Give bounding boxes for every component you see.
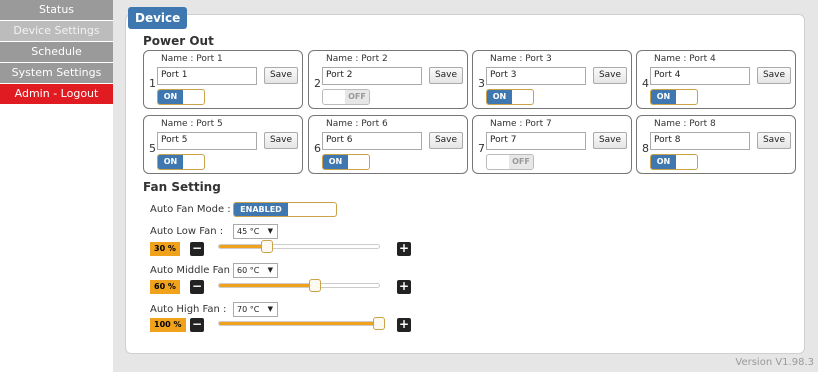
- auto-fan-mode-label: Auto Fan Mode :: [150, 204, 231, 215]
- middle-fan-temp-value: 60 °C: [237, 266, 260, 275]
- middle-fan-percent: 60 %: [150, 280, 180, 294]
- port-number: 1: [149, 77, 156, 90]
- dropdown-caret-icon: ▼: [267, 305, 273, 313]
- port-card-2: Name : Port 2 2 Port 2 Save OFF: [308, 50, 468, 109]
- port-name-input[interactable]: Port 8: [650, 132, 750, 150]
- toggle-state: ON: [651, 90, 676, 104]
- low-fan-temp-value: 45 °C: [237, 227, 260, 236]
- low-fan-slider[interactable]: [218, 240, 380, 253]
- port-card-3: Name : Port 3 3 Port 3 Save ON: [472, 50, 632, 109]
- port-name-label: Name : Port 5: [161, 119, 223, 129]
- middle-fan-slider-handle[interactable]: [309, 279, 321, 292]
- save-button[interactable]: Save: [429, 132, 463, 149]
- port-card-8: Name : Port 8 8 Port 8 Save ON: [636, 115, 796, 174]
- low-fan-plus-button[interactable]: +: [397, 242, 411, 256]
- high-fan-slider-handle[interactable]: [373, 317, 385, 330]
- power-toggle[interactable]: ON: [650, 154, 698, 170]
- low-fan-minus-button[interactable]: −: [190, 242, 204, 256]
- port-number: 7: [478, 142, 485, 155]
- save-button[interactable]: Save: [264, 67, 298, 84]
- power-toggle[interactable]: OFF: [486, 154, 534, 170]
- middle-fan-slider[interactable]: [218, 279, 380, 292]
- port-name-label: Name : Port 3: [490, 54, 552, 64]
- save-button[interactable]: Save: [593, 132, 627, 149]
- high-fan-plus-button[interactable]: +: [397, 318, 411, 332]
- port-name-input[interactable]: Port 1: [157, 67, 257, 85]
- port-name-label: Name : Port 1: [161, 54, 223, 64]
- port-number: 6: [314, 142, 321, 155]
- middle-fan-minus-button[interactable]: −: [190, 280, 204, 294]
- port-name-label: Name : Port 6: [326, 119, 388, 129]
- port-name-label: Name : Port 4: [654, 54, 716, 64]
- power-out-title: Power Out: [143, 34, 214, 48]
- nav-system-settings[interactable]: System Settings: [0, 63, 113, 83]
- port-card-6: Name : Port 6 6 Port 6 Save ON: [308, 115, 468, 174]
- port-number: 4: [642, 77, 649, 90]
- dropdown-caret-icon: ▼: [267, 227, 273, 235]
- port-name-input[interactable]: Port 7: [486, 132, 586, 150]
- power-toggle[interactable]: ON: [486, 89, 534, 105]
- save-button[interactable]: Save: [264, 132, 298, 149]
- high-fan-temp-select[interactable]: 70 °C ▼: [233, 302, 278, 317]
- low-fan-slider-handle[interactable]: [261, 240, 273, 253]
- toggle-state: OFF: [509, 155, 533, 169]
- low-fan-percent: 30 %: [150, 242, 180, 256]
- port-number: 8: [642, 142, 649, 155]
- middle-fan-temp-select[interactable]: 60 °C ▼: [233, 263, 278, 278]
- port-card-4: Name : Port 4 4 Port 4 Save ON: [636, 50, 796, 109]
- power-toggle[interactable]: ON: [322, 154, 370, 170]
- high-fan-slider[interactable]: [218, 317, 385, 330]
- low-fan-slider-fill: [219, 245, 267, 248]
- toggle-state: ON: [158, 155, 183, 169]
- auto-fan-mode-toggle[interactable]: ENABLED: [233, 202, 337, 217]
- toggle-state: ON: [487, 90, 512, 104]
- port-name-input[interactable]: Port 2: [322, 67, 422, 85]
- toggle-state: ON: [158, 90, 183, 104]
- nav-schedule[interactable]: Schedule: [0, 42, 113, 62]
- dropdown-caret-icon: ▼: [267, 266, 273, 274]
- version-label: Version V1.98.3: [735, 357, 814, 368]
- port-card-1: Name : Port 1 1 Port 1 Save ON: [143, 50, 303, 109]
- nav-admin-logout[interactable]: Admin - Logout: [0, 84, 113, 104]
- toggle-state: ON: [651, 155, 676, 169]
- power-toggle[interactable]: OFF: [322, 89, 370, 105]
- port-number: 2: [314, 77, 321, 90]
- high-fan-temp-value: 70 °C: [237, 305, 260, 314]
- port-number: 3: [478, 77, 485, 90]
- port-number: 5: [149, 142, 156, 155]
- save-button[interactable]: Save: [757, 132, 791, 149]
- port-name-input[interactable]: Port 4: [650, 67, 750, 85]
- port-card-7: Name : Port 7 7 Port 7 Save OFF: [472, 115, 632, 174]
- toggle-state: OFF: [345, 90, 369, 104]
- middle-fan-slider-fill: [219, 284, 315, 287]
- power-toggle[interactable]: ON: [157, 154, 205, 170]
- auto-low-fan-label: Auto Low Fan :: [150, 226, 224, 237]
- high-fan-slider-fill: [219, 322, 379, 325]
- port-name-input[interactable]: Port 6: [322, 132, 422, 150]
- nav-device-settings[interactable]: Device Settings: [0, 21, 113, 41]
- port-name-label: Name : Port 7: [490, 119, 552, 129]
- panel-tab-device[interactable]: Device: [128, 7, 188, 29]
- toggle-state: ON: [323, 155, 348, 169]
- nav-status[interactable]: Status: [0, 0, 113, 20]
- port-name-input[interactable]: Port 5: [157, 132, 257, 150]
- high-fan-percent: 100 %: [150, 318, 186, 332]
- auto-high-fan-label: Auto High Fan :: [150, 304, 227, 315]
- port-name-label: Name : Port 8: [654, 119, 716, 129]
- power-toggle[interactable]: ON: [157, 89, 205, 105]
- low-fan-temp-select[interactable]: 45 °C ▼: [233, 224, 278, 239]
- high-fan-minus-button[interactable]: −: [190, 318, 204, 332]
- port-name-label: Name : Port 2: [326, 54, 388, 64]
- save-button[interactable]: Save: [429, 67, 463, 84]
- power-toggle[interactable]: ON: [650, 89, 698, 105]
- sidebar: Status Device Settings Schedule System S…: [0, 0, 113, 105]
- save-button[interactable]: Save: [757, 67, 791, 84]
- middle-fan-plus-button[interactable]: +: [397, 280, 411, 294]
- auto-fan-mode-state: ENABLED: [234, 203, 288, 216]
- auto-middle-fan-label: Auto Middle Fan :: [150, 265, 237, 276]
- port-card-5: Name : Port 5 5 Port 5 Save ON: [143, 115, 303, 174]
- port-name-input[interactable]: Port 3: [486, 67, 586, 85]
- save-button[interactable]: Save: [593, 67, 627, 84]
- fan-setting-title: Fan Setting: [143, 180, 221, 194]
